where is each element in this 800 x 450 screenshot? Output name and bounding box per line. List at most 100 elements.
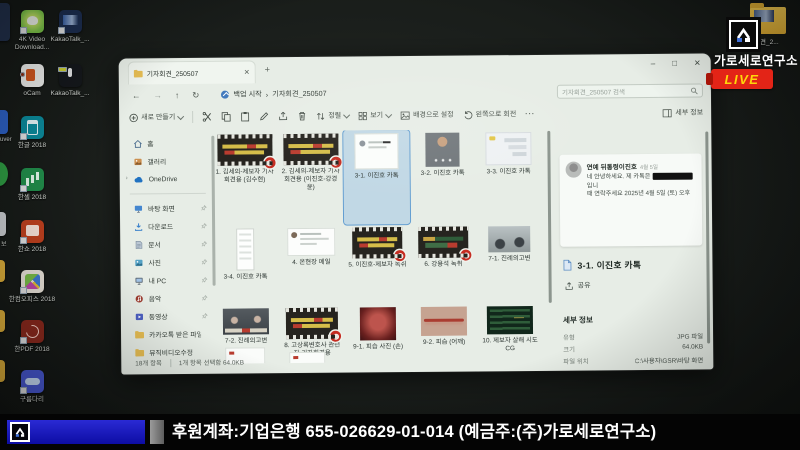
delete-icon[interactable] xyxy=(297,111,307,121)
desktop-icon-kakaotalk-video[interactable]: KakaoTalk_... xyxy=(44,10,96,44)
file-tile[interactable]: 3-3. 이진호 카톡 xyxy=(475,129,542,224)
sidebar-item-kakaotalk-folder[interactable]: 카카오톡 받은 파일 xyxy=(127,325,211,344)
sidebar-item-onedrive[interactable]: › OneDrive xyxy=(126,170,210,189)
file-tile[interactable]: 6. 강용석 녹취 xyxy=(410,223,477,304)
breadcrumb-root[interactable]: 백업 시작 xyxy=(233,89,262,99)
hancom-office-icon xyxy=(21,270,44,293)
desktop-icon-hancell[interactable]: 한셀 2018 xyxy=(6,168,58,202)
share-icon[interactable] xyxy=(278,111,288,121)
up-icon[interactable]: ↑ xyxy=(175,90,179,100)
toolbar-divider xyxy=(192,111,193,123)
file-tile[interactable]: 4. 온현장 메일 xyxy=(278,225,345,306)
rename-icon[interactable] xyxy=(259,111,269,121)
kakaotalk-live-icon xyxy=(59,64,82,87)
folder-icon xyxy=(135,330,144,338)
chevron-down-icon xyxy=(385,111,392,118)
file-tile-selected[interactable]: 3-1. 이진호 카톡 xyxy=(343,130,410,225)
details-panel-button[interactable]: 세부 정보 xyxy=(662,107,703,117)
folder-icon xyxy=(135,348,144,356)
expand-chevron-icon[interactable]: › xyxy=(126,176,128,182)
play-badge-icon xyxy=(394,250,405,261)
sidebar-item-music[interactable]: 음악 xyxy=(127,289,211,308)
sidebar-item-videos[interactable]: 동영상 xyxy=(127,307,211,326)
file-tile[interactable]: 9-2. 피습 (어깨) xyxy=(411,303,478,363)
ocam-icon xyxy=(21,64,44,87)
sidebar-item-downloads[interactable]: 다운로드 xyxy=(126,217,210,236)
item-count: 18개 항목 xyxy=(135,358,162,367)
new-button[interactable]: 새로 만들기 xyxy=(129,112,183,122)
pin-icon xyxy=(202,277,208,283)
sidebar-item-gallery[interactable]: 갤러리 xyxy=(125,152,209,171)
status-bar: 18개 항목 1개 항목 선택함 64.0KB xyxy=(135,358,244,368)
sort-button[interactable]: 정렬 xyxy=(316,111,349,121)
file-tile[interactable]: 3-2. 이진호 카톡 xyxy=(409,129,476,224)
sidebar-item-home[interactable]: 홈 xyxy=(125,134,209,153)
desktop-icon-kakaotalk-live[interactable]: KakaoTalk_... xyxy=(44,64,96,98)
preview-sender: 연예 뒤통령이진호 xyxy=(587,164,637,171)
breadcrumb-current[interactable]: 기자회견_250507 xyxy=(272,89,327,99)
sidebar-item-pictures[interactable]: 사진 xyxy=(126,253,210,272)
pin-icon xyxy=(201,241,207,247)
detail-row-size: 크기 64.0KB xyxy=(563,343,703,353)
desktop-icon-hancom-office[interactable]: 한컴오피스 2018 xyxy=(6,270,58,304)
banner-gray-block xyxy=(150,420,164,444)
tab-title: 기자회견_250507 xyxy=(147,68,240,79)
forward-icon[interactable]: → xyxy=(153,90,162,100)
breadcrumb-separator: › xyxy=(266,90,268,99)
image-thumbnail xyxy=(354,133,398,169)
video-thumbnail xyxy=(217,134,272,165)
paste-icon[interactable] xyxy=(240,111,250,121)
view-button[interactable]: 보기 xyxy=(358,110,391,120)
command-bar: 새로 만들기 정렬 보기 배경으로 설정 왼쪽으로 회 xyxy=(129,101,703,128)
desktop-icon-hanpdf[interactable]: 한PDF 2018 xyxy=(6,320,58,354)
search-input[interactable]: 기자회견_250507 검색 xyxy=(557,83,703,98)
cut-icon[interactable] xyxy=(202,112,212,122)
refresh-icon[interactable]: ↻ xyxy=(192,89,199,100)
desktop-icon-hwp[interactable]: 한글 2018 xyxy=(6,116,58,150)
explorer-tab[interactable]: 기자회견_250507 ✕ xyxy=(128,60,256,84)
set-wallpaper-button[interactable]: 배경으로 설정 xyxy=(400,110,454,120)
tab-close-icon[interactable]: ✕ xyxy=(244,68,250,76)
new-tab-button[interactable]: + xyxy=(265,64,270,74)
desktop-icon-hanshow[interactable]: 한쇼 2018 xyxy=(6,220,58,254)
sort-icon xyxy=(316,111,325,120)
file-tile[interactable]: 10. 제보자 살해 시도 CG xyxy=(477,303,544,364)
live-badge: LIVE xyxy=(711,69,773,89)
minimize-button[interactable]: – xyxy=(651,59,656,68)
banner-logo-icon xyxy=(10,422,30,442)
details-scrollbar[interactable] xyxy=(705,131,709,343)
copy-icon[interactable] xyxy=(221,112,231,122)
desktop-icon-cloud-bridge[interactable]: 구름다리 xyxy=(6,370,58,404)
maximize-button[interactable]: □ xyxy=(672,59,677,68)
file-tile[interactable]: 1. 김세의-제보자 기자회견용 (김수현) xyxy=(211,131,278,226)
image-thumbnail xyxy=(360,307,396,340)
file-tile[interactable]: 7-1. 진례의고변 xyxy=(476,223,543,304)
this-pc-icon xyxy=(135,276,144,285)
back-icon[interactable]: ← xyxy=(132,90,141,100)
file-tile-partial[interactable] xyxy=(289,352,325,364)
file-tile[interactable]: 5. 이진호-제보자 녹취 xyxy=(344,224,411,305)
view-icon xyxy=(358,111,367,120)
details-section-title: 세부 정보 xyxy=(563,314,593,325)
cloud-bridge-icon xyxy=(21,370,44,393)
selection-info: 1개 항목 선택함 64.0KB xyxy=(179,358,244,368)
play-badge-icon xyxy=(264,157,275,168)
pin-icon xyxy=(202,295,208,301)
file-preview[interactable]: 연예 뒤통령이진호4월 5일 네 안녕하세요. 제 카톡은 입니 때 연락주세요… xyxy=(559,154,702,247)
more-button[interactable]: ··· xyxy=(525,110,535,117)
documents-icon xyxy=(134,240,143,249)
redaction-block xyxy=(652,173,692,180)
desktop-folder-label: 견_2... xyxy=(760,36,779,46)
file-tile[interactable]: 9-1. 피습 사진 (손) xyxy=(345,304,412,364)
wallpaper-icon xyxy=(400,111,410,120)
file-tile[interactable]: 2. 김세의-제보자 기자회견용 (이진호-강경윤) xyxy=(277,131,344,226)
file-tile[interactable]: 3-4. 이진호 카톡 xyxy=(212,225,279,306)
play-badge-icon xyxy=(460,250,471,261)
sidebar-item-desktop[interactable]: 바탕 화면 xyxy=(126,199,210,218)
sidebar-item-documents[interactable]: 문서 xyxy=(126,235,210,254)
preview-date: 4월 5일 xyxy=(640,165,658,171)
image-thumbnail xyxy=(287,228,335,256)
sidebar-item-this-pc[interactable]: 내 PC xyxy=(126,271,210,290)
share-button[interactable]: 공유 xyxy=(565,280,591,290)
rotate-left-button[interactable]: 왼쪽으로 회전 xyxy=(463,109,517,119)
